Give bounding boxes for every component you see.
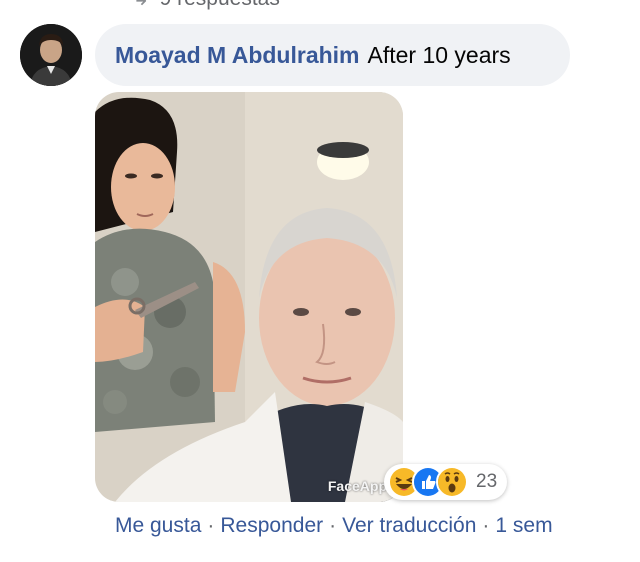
reactions-count: 23 xyxy=(476,471,498,492)
photo-image xyxy=(95,92,403,502)
comment-text: After 10 years xyxy=(367,41,511,68)
view-replies-link[interactable]: ↳ 9 respuestas xyxy=(132,0,280,11)
comment-timestamp[interactable]: 1 sem xyxy=(495,514,552,537)
comment-photo[interactable]: FaceApp xyxy=(95,92,403,502)
avatar-image xyxy=(20,24,82,86)
separator: · xyxy=(329,514,337,537)
comment-bubble: Moayad M Abdulrahim After 10 years xyxy=(95,24,570,86)
reply-arrow-icon: ↳ xyxy=(132,0,150,10)
view-replies-label: 9 respuestas xyxy=(160,0,280,10)
wow-icon xyxy=(436,466,468,498)
reactions-summary[interactable]: 23 xyxy=(384,464,508,500)
commenter-avatar[interactable] xyxy=(20,24,82,86)
reply-link[interactable]: Responder xyxy=(220,514,323,537)
comment-author-name[interactable]: Moayad M Abdulrahim xyxy=(115,42,360,69)
like-link[interactable]: Me gusta xyxy=(115,514,201,537)
see-translation-link[interactable]: Ver traducción xyxy=(342,514,476,537)
comment-actions: Me gusta · Responder · Ver traducción · 1 sem xyxy=(115,514,553,538)
separator: · xyxy=(482,514,490,537)
faceapp-watermark: FaceApp xyxy=(327,478,387,494)
separator: · xyxy=(207,514,215,537)
